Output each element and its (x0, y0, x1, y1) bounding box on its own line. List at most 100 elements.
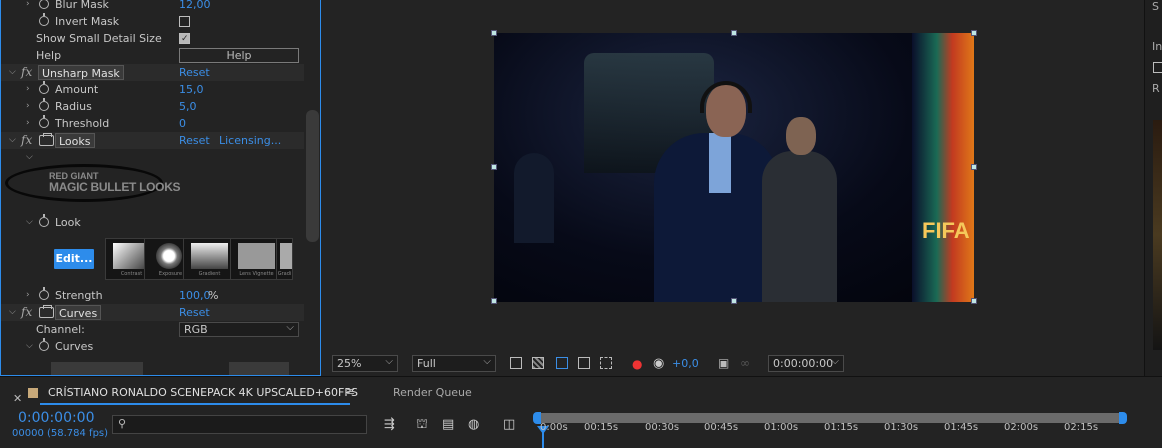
curves-label: Curves (55, 340, 94, 353)
right-panel-label-in: In (1152, 40, 1162, 53)
comp-flowchart-icon[interactable]: ⇶ (384, 417, 395, 432)
thumb-label: Gradi (277, 271, 292, 277)
zoom-dropdown[interactable]: 25% (332, 354, 398, 372)
strength-row: › Strength 100,0 % (1, 287, 304, 304)
expand-chevron-icon[interactable]: › (26, 98, 30, 115)
timeline-timecode[interactable]: 0:00:00:00 (18, 410, 95, 426)
video-frame[interactable]: FIFA (494, 33, 974, 302)
look-thumb[interactable]: Gradi (276, 238, 293, 280)
fx-icon[interactable]: fx (21, 64, 32, 81)
stopwatch-icon[interactable] (39, 98, 49, 111)
thumb-label: Gradient (198, 271, 221, 277)
time-ruler-tick: 01:30s (884, 422, 919, 433)
stopwatch-icon[interactable] (39, 338, 49, 351)
frame-handle[interactable] (491, 298, 497, 304)
stopwatch-icon[interactable] (39, 81, 49, 94)
help-label: Help (36, 49, 62, 62)
frame-handle[interactable] (731, 30, 737, 36)
resolution-dropdown[interactable]: Full (412, 354, 496, 372)
frame-handle[interactable] (491, 30, 497, 36)
threshold-label: Threshold (55, 117, 110, 130)
player-shirt (709, 133, 731, 193)
expand-chevron-icon[interactable]: › (26, 0, 30, 13)
curves-toolbar-right[interactable] (229, 362, 289, 375)
search-icon: ⚲ (118, 417, 127, 430)
transparency-grid-icon[interactable] (532, 357, 544, 369)
expand-chevron-icon[interactable]: › (26, 81, 30, 98)
playhead[interactable] (542, 432, 544, 448)
safe-margins-icon[interactable] (578, 357, 590, 369)
look-thumb[interactable]: Gradient (183, 238, 236, 280)
collapse-chevron-icon[interactable]: ⌵ (26, 214, 33, 231)
man-suit (762, 151, 837, 302)
unsharp-mask-header: ⌵ fx Unsharp Mask Reset (1, 64, 304, 81)
looks-reset-link[interactable]: Reset (179, 132, 210, 149)
curves-toolbar[interactable] (51, 362, 143, 375)
collapse-chevron-icon[interactable]: ⌵ (9, 304, 16, 321)
unsharp-reset-link[interactable]: Reset (179, 64, 210, 81)
channel-dropdown[interactable]: RGB (179, 321, 299, 337)
comp-tab-title[interactable]: CRÍSTIANO RONALDO SCENEPACK 4K UPSCALED+… (48, 386, 358, 399)
small-detail-row: Show Small Detail Size (1, 30, 304, 48)
frame-handle[interactable] (491, 164, 497, 170)
render-queue-tab[interactable]: Render Queue (393, 386, 472, 399)
snapshot-region-icon[interactable] (510, 357, 522, 369)
help-button[interactable]: Help (179, 48, 299, 63)
show-snapshot-icon[interactable]: ∞ (740, 356, 750, 370)
fx-icon[interactable]: fx (21, 304, 32, 321)
amount-value[interactable]: 15,0 (179, 81, 204, 98)
right-panel-preview (1153, 120, 1162, 350)
stopwatch-icon[interactable] (39, 287, 49, 300)
channel-row: Channel: RGB (1, 321, 304, 338)
exposure-value[interactable]: +0,0 (672, 357, 699, 370)
radius-value[interactable]: 5,0 (179, 98, 197, 115)
curves-name[interactable]: Curves (55, 305, 102, 320)
stopwatch-icon[interactable] (39, 214, 49, 227)
stopwatch-icon[interactable] (39, 13, 49, 26)
layer-search-input[interactable]: ⚲ (112, 415, 367, 434)
frame-handle[interactable] (971, 164, 977, 170)
frame-blending-icon[interactable]: ▤ (442, 417, 454, 432)
graph-editor-icon[interactable]: ◫ (503, 417, 515, 432)
mask-path-icon[interactable] (556, 357, 568, 369)
expand-chevron-icon[interactable]: › (26, 287, 30, 304)
strength-value[interactable]: 100,0 (179, 287, 211, 304)
licensing-link[interactable]: Licensing... (219, 132, 281, 149)
looks-name[interactable]: Looks (55, 133, 95, 148)
viewer-timecode[interactable]: 0:00:00:00 (768, 354, 844, 372)
close-tab-icon[interactable]: ✕ (13, 392, 22, 405)
thumb-label: Lens Vignette (239, 271, 274, 277)
unsharp-mask-name[interactable]: Unsharp Mask (38, 65, 124, 80)
stopwatch-icon[interactable] (39, 115, 49, 128)
small-detail-checkbox[interactable] (179, 31, 190, 48)
blur-mask-value[interactable]: 12,00 (179, 0, 211, 13)
tab-menu-icon[interactable]: ≡ (346, 385, 355, 398)
frame-handle[interactable] (971, 298, 977, 304)
draft-3d-icon[interactable]: ⛫ (416, 417, 428, 434)
collapse-chevron-icon[interactable]: ⌵ (26, 149, 33, 166)
camera-icon[interactable]: ▣ (718, 356, 729, 370)
color-channels-icon[interactable]: ● (632, 357, 642, 371)
edit-looks-button[interactable]: Edit... (54, 249, 94, 269)
collapse-chevron-icon[interactable]: ⌵ (9, 64, 16, 81)
threshold-row: › Threshold 0 (1, 115, 304, 132)
frame-handle[interactable] (971, 30, 977, 36)
frame-handle[interactable] (731, 298, 737, 304)
work-area-end-handle[interactable] (1119, 412, 1127, 424)
exposure-reset-icon[interactable]: ◉ (653, 356, 664, 371)
fx-icon[interactable]: fx (21, 132, 32, 149)
right-panel-label-r: R (1152, 82, 1160, 95)
invert-mask-checkbox[interactable] (179, 16, 190, 27)
collapse-chevron-icon[interactable]: ⌵ (9, 132, 16, 149)
stopwatch-icon[interactable] (39, 0, 49, 9)
bg-person (514, 153, 554, 243)
collapse-chevron-icon[interactable]: ⌵ (26, 338, 33, 355)
region-of-interest-icon[interactable] (600, 357, 612, 369)
motion-blur-icon[interactable]: ◍ (468, 417, 479, 432)
expand-chevron-icon[interactable]: › (26, 115, 30, 132)
threshold-value[interactable]: 0 (179, 115, 186, 132)
channel-label: Channel: (36, 323, 85, 336)
right-panel-checkbox[interactable] (1153, 62, 1162, 73)
curves-reset-link[interactable]: Reset (179, 304, 210, 321)
scrollbar-thumb[interactable] (306, 110, 319, 242)
